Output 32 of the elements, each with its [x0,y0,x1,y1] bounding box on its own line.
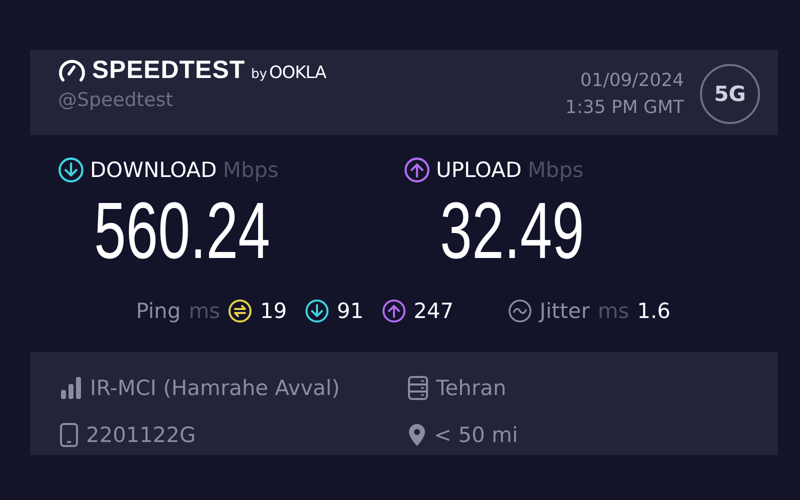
ping-value: 247 [414,299,454,323]
jitter-value: 1.6 [637,299,671,323]
result-label: DOWNLOAD [90,158,217,182]
brand-by: by [251,67,268,82]
jitter-icon [508,299,532,323]
result-unit: Mbps [528,158,584,182]
test-time: 1:35 PM GMT [565,96,684,120]
gauge-icon [58,58,86,82]
ping-label: Ping [136,299,181,323]
result-unit: Mbps [222,158,279,182]
idle-ping-icon [228,299,252,323]
ping-value: 91 [336,299,364,323]
phone-icon [60,423,78,448]
jitter-label: Jitter [540,299,590,323]
detail-text: 2201122G [86,423,196,448]
jitter-unit: ms [598,299,630,323]
location-pin-icon [408,423,426,448]
network-badge: 5G [700,64,760,124]
ping-value: 19 [260,299,287,323]
test-date: 01/09/2024 [579,68,684,92]
server-icon [408,376,428,400]
handle-text: @Speedtest [58,89,174,111]
result-value: 560.24 [94,185,270,277]
detail-text: < 50 mi [434,423,518,448]
ping-unit: ms [188,299,220,323]
result-label: UPLOAD [436,158,522,182]
detail-text: Tehran [436,376,506,400]
partner-name: OOKLA [269,62,326,82]
result-value: 32.49 [440,185,584,277]
detail-text: IR-MCI (Hamrahe Avval) [90,376,340,400]
brand-name: SPEEDTEST [92,56,246,85]
signal-bars-icon [60,376,82,400]
